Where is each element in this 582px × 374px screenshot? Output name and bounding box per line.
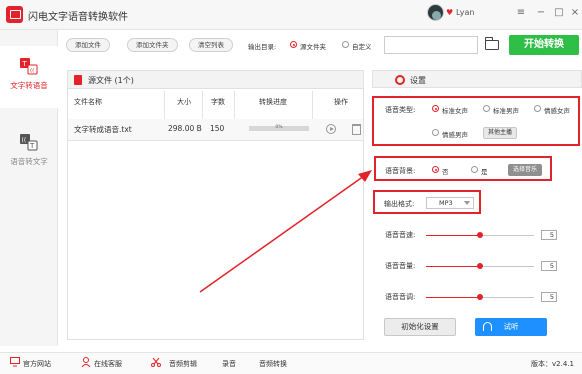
title-bar: 闪电文字语音转换软件 ♥ Lyan ≡ − □ × xyxy=(0,0,582,30)
heart-icon: ♥ xyxy=(446,8,454,17)
output-source-radio[interactable] xyxy=(290,41,297,48)
add-file-button[interactable]: 添加文件 xyxy=(66,38,110,52)
volume-label: 语音音量: xyxy=(385,262,416,270)
svg-text:((: (( xyxy=(30,68,34,74)
headphone-icon xyxy=(483,322,492,331)
speed-slider[interactable] xyxy=(426,232,534,238)
sidebar-item-speech-to-text[interactable]: ((T 语音转文字 xyxy=(0,122,58,184)
pitch-slider[interactable] xyxy=(426,294,534,300)
file-list-panel: 源文件 (1个) 文件名称 大小 字数 转换进度 操作 文字转成语音.txt 2… xyxy=(67,70,364,340)
menu-icon[interactable]: ≡ xyxy=(513,5,529,21)
file-list-header: 源文件 (1个) xyxy=(68,71,363,89)
file-list-title: 源文件 (1个) xyxy=(88,76,134,85)
settings-header: 设置 xyxy=(372,70,582,88)
official-site-link[interactable]: 官方网站 xyxy=(23,359,51,369)
listen-button-label: 试听 xyxy=(503,322,519,331)
file-name-cell: 文字转成语音.txt xyxy=(74,125,132,134)
column-header-progress: 转换进度 xyxy=(259,98,287,106)
audio-convert-link[interactable]: 音频转换 xyxy=(259,359,287,369)
output-path-input[interactable] xyxy=(384,36,478,54)
column-header-actions: 操作 xyxy=(334,98,348,106)
svg-text:((: (( xyxy=(22,137,27,144)
settings-title: 设置 xyxy=(410,76,426,85)
user-service-icon xyxy=(81,357,91,367)
speech-to-text-icon: ((T xyxy=(19,132,39,152)
speed-slider-thumb[interactable] xyxy=(477,232,483,238)
highlight-box-output-format xyxy=(373,190,481,214)
recording-link[interactable]: 录音 xyxy=(222,359,236,369)
column-header-size: 大小 xyxy=(177,98,191,106)
svg-text:T: T xyxy=(29,142,35,150)
text-to-speech-icon: T(( xyxy=(19,56,39,76)
pitch-label: 语音音调: xyxy=(385,293,416,301)
pitch-slider-thumb[interactable] xyxy=(477,294,483,300)
file-icon xyxy=(74,75,82,85)
trash-icon[interactable] xyxy=(352,124,361,135)
column-header-words: 字数 xyxy=(211,98,225,106)
highlight-box-bg-music xyxy=(374,156,552,181)
scissors-icon xyxy=(151,357,161,367)
clear-list-button[interactable]: 清空列表 xyxy=(189,38,233,52)
audio-edit-link[interactable]: 音频剪辑 xyxy=(169,359,197,369)
speed-slider-fill xyxy=(426,235,480,236)
gear-icon xyxy=(395,75,405,85)
file-size-cell: 298.00 B xyxy=(168,124,202,133)
add-folder-button[interactable]: 添加文件夹 xyxy=(127,38,178,52)
pitch-value-input[interactable]: 5 xyxy=(541,292,557,302)
minimize-icon[interactable]: − xyxy=(533,5,549,21)
volume-slider[interactable] xyxy=(426,263,534,269)
start-convert-button[interactable]: 开始转换 xyxy=(509,35,579,55)
column-header-name: 文件名称 xyxy=(74,98,102,106)
svg-text:T: T xyxy=(22,60,28,68)
speed-value-input[interactable]: 5 xyxy=(541,230,557,240)
volume-slider-thumb[interactable] xyxy=(477,263,483,269)
output-dir-label: 输出目录: xyxy=(248,43,277,51)
sidebar-item-text-to-speech[interactable]: T(( 文字转语音 xyxy=(0,46,58,108)
volume-value-input[interactable]: 5 xyxy=(541,261,557,271)
sidebar-item-label: 语音转文字 xyxy=(10,157,48,166)
version-label: 版本：v2.4.1 xyxy=(531,360,574,368)
online-support-link[interactable]: 在线客服 xyxy=(94,359,122,369)
folder-icon[interactable] xyxy=(485,37,499,50)
progress-label: 0% xyxy=(275,125,283,130)
volume-slider-fill xyxy=(426,266,480,267)
user-name[interactable]: Lyan xyxy=(456,8,474,17)
sidebar: T(( 文字转语音 ((T 语音转文字 xyxy=(0,30,58,346)
output-source-label: 源文件夹 xyxy=(300,43,326,51)
file-words-cell: 150 xyxy=(210,124,225,133)
highlight-box-voice-type xyxy=(372,96,580,146)
user-avatar[interactable] xyxy=(427,4,444,21)
monitor-icon xyxy=(10,357,20,367)
app-title: 闪电文字语音转换软件 xyxy=(28,12,128,23)
conversion-progress-bar: 0% xyxy=(249,125,309,131)
output-custom-radio[interactable] xyxy=(342,41,349,48)
output-custom-label: 自定义 xyxy=(352,43,372,51)
sidebar-item-label: 文字转语音 xyxy=(10,81,48,90)
speed-label: 语音音速: xyxy=(385,231,416,239)
init-settings-button[interactable]: 初始化设置 xyxy=(384,318,456,336)
close-icon[interactable]: × xyxy=(567,5,582,21)
app-logo-icon xyxy=(6,6,23,23)
maximize-icon[interactable]: □ xyxy=(551,5,567,21)
play-icon[interactable] xyxy=(326,124,336,134)
pitch-slider-fill xyxy=(426,297,480,298)
